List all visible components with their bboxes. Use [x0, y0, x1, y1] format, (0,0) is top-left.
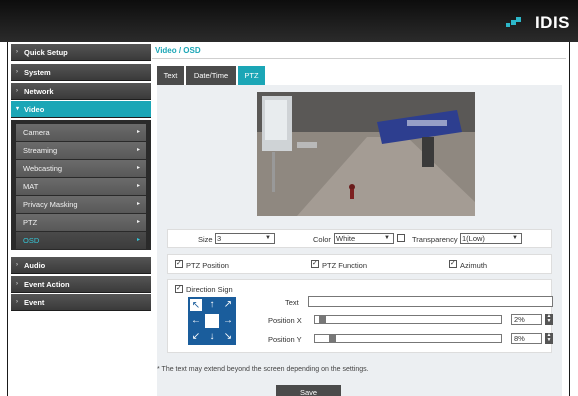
- center-icon[interactable]: [205, 314, 219, 328]
- arrow-left-icon[interactable]: ←: [189, 314, 203, 328]
- menu-network[interactable]: › Network: [11, 83, 151, 100]
- tab-date-time[interactable]: Date/Time: [186, 66, 236, 85]
- chevron-right-icon: ▸: [136, 201, 140, 207]
- dropdown-arrow-icon: ▼: [384, 235, 390, 241]
- direction-sign-label: Direction Sign: [186, 285, 233, 294]
- submenu-webcasting[interactable]: Webcasting ▸: [16, 160, 146, 177]
- arrow-up-right-icon[interactable]: ↗: [221, 298, 235, 312]
- page-title: Video / OSD: [155, 46, 201, 55]
- menu-audio[interactable]: › Audio: [11, 257, 151, 274]
- chevron-right-icon: ›: [16, 69, 18, 75]
- position-y-value[interactable]: 8%: [511, 333, 542, 344]
- direction-pad: ↖ ↑ ↗ ← → ↙ ↓ ↘: [188, 297, 236, 345]
- options-row: PTZ Position PTZ Function Azimuth: [167, 254, 552, 274]
- direction-sign-row: Direction Sign ↖ ↑ ↗ ← → ↙ ↓ ↘ Text Posi…: [167, 279, 553, 353]
- top-bar: IDIS: [0, 0, 578, 42]
- position-x-label: Position X: [268, 316, 302, 325]
- ptz-position-checkbox[interactable]: [175, 259, 183, 268]
- color-checkbox[interactable]: [397, 234, 405, 242]
- chevron-right-icon: ▸: [136, 183, 140, 189]
- style-row: Size 3 ▼ Color White ▼ Transparency 1(Low)…: [167, 229, 552, 248]
- ptz-function-checkbox[interactable]: [311, 259, 319, 268]
- tab-ptz[interactable]: PTZ: [238, 66, 265, 85]
- slider-thumb[interactable]: [329, 334, 337, 343]
- position-y-slider[interactable]: [314, 334, 502, 343]
- note-text: * The text may extend beyond the screen …: [157, 366, 369, 373]
- arrow-right-icon[interactable]: →: [221, 314, 235, 328]
- transparency-select[interactable]: 1(Low) ▼: [460, 233, 522, 244]
- ptz-position-label: PTZ Position: [186, 261, 229, 270]
- submenu-mat[interactable]: MAT ▸: [16, 178, 146, 195]
- osd-ptz-panel: Size 3 ▼ Color White ▼ Transparency 1(Low)…: [157, 85, 562, 396]
- menu-event[interactable]: › Event: [11, 294, 151, 311]
- arrow-down-icon[interactable]: ↓: [205, 330, 219, 344]
- chevron-right-icon: ▸: [136, 147, 140, 153]
- camera-preview-image: [257, 92, 475, 216]
- dropdown-arrow-icon: ▼: [265, 235, 271, 241]
- azimuth-label: Azimuth: [460, 261, 488, 270]
- menu-video[interactable]: ▾ Video: [11, 101, 151, 118]
- submenu-camera[interactable]: Camera ▸: [16, 124, 146, 141]
- sidebar: › Quick Setup › System › Network ▾ Video Cam…: [8, 44, 151, 396]
- chevron-right-icon: ›: [16, 262, 18, 268]
- menu-system[interactable]: › System: [11, 64, 151, 81]
- menu-event-action[interactable]: › Event Action: [11, 276, 151, 293]
- spinner-icon[interactable]: ▲ ▼: [545, 333, 553, 344]
- chevron-right-icon: ›: [16, 299, 18, 305]
- chevron-right-icon: ▸: [136, 129, 140, 135]
- title-divider: [152, 58, 566, 59]
- chevron-down-icon: ▾: [16, 106, 20, 112]
- chevron-right-icon: ›: [16, 49, 18, 55]
- chevron-right-icon: ▸: [136, 165, 140, 171]
- arrow-down-left-icon[interactable]: ↙: [189, 330, 203, 344]
- brand-logo: IDIS: [534, 13, 570, 32]
- position-x-slider[interactable]: [314, 315, 502, 324]
- submenu-ptz[interactable]: PTZ ▸: [16, 214, 146, 231]
- menu-quick-setup[interactable]: › Quick Setup: [11, 44, 151, 61]
- chevron-right-icon: ›: [16, 88, 18, 94]
- dropdown-arrow-icon: ▼: [512, 235, 518, 241]
- video-submenu: Camera ▸ Streaming ▸ Webcasting ▸ MAT ▸ Priv…: [11, 120, 151, 250]
- position-x-value[interactable]: 2%: [511, 314, 542, 325]
- text-label: Text: [285, 298, 299, 307]
- direction-text-input[interactable]: [308, 296, 553, 307]
- direction-sign-checkbox[interactable]: [175, 284, 183, 293]
- arrow-down-right-icon[interactable]: ↘: [221, 330, 235, 344]
- arrow-up-left-icon[interactable]: ↖: [189, 298, 203, 312]
- chevron-right-icon: ▸: [136, 237, 140, 243]
- submenu-osd[interactable]: OSD ▸: [16, 232, 146, 249]
- position-y-label: Position Y: [268, 335, 302, 344]
- arrow-up-icon[interactable]: ↑: [205, 298, 219, 312]
- submenu-streaming[interactable]: Streaming ▸: [16, 142, 146, 159]
- slider-thumb[interactable]: [318, 315, 326, 324]
- size-select[interactable]: 3 ▼: [215, 233, 275, 244]
- content-area: Video / OSD Text Date/Time PTZ Size 3 ▼ …: [152, 44, 566, 396]
- azimuth-checkbox[interactable]: [449, 259, 457, 268]
- chevron-right-icon: ▸: [136, 219, 140, 225]
- spinner-icon[interactable]: ▲ ▼: [545, 314, 553, 325]
- ptz-function-label: PTZ Function: [322, 261, 368, 270]
- logo-mark-icon: [506, 17, 521, 31]
- tab-text[interactable]: Text: [157, 66, 184, 85]
- camera-preview: [257, 92, 475, 216]
- save-button[interactable]: Save: [276, 385, 341, 396]
- submenu-privacy-masking[interactable]: Privacy Masking ▸: [16, 196, 146, 213]
- color-select[interactable]: White ▼: [334, 233, 394, 244]
- chevron-right-icon: ›: [16, 281, 18, 287]
